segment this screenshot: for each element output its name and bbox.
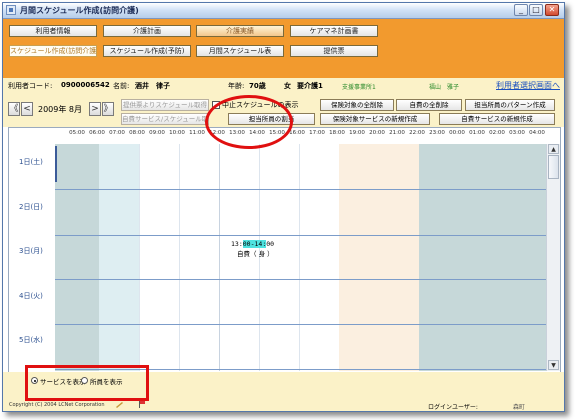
scroll-thumb[interactable]	[548, 155, 559, 179]
night-band-late	[419, 144, 546, 371]
time-label: 02:00	[489, 130, 505, 136]
get-self-service-button[interactable]: 自費サービス/スケジュール取得	[121, 113, 209, 125]
schedule-grid[interactable]: 05:00 06:00 07:00 08:00 09:00 10:00 11:00 12:00…	[8, 127, 561, 373]
evening-band	[339, 144, 419, 371]
day-label: 4日(火)	[19, 292, 43, 300]
user-gender: 女	[284, 82, 291, 90]
new-self-service-button[interactable]: 自費サービスの新規作成	[439, 113, 555, 125]
care-manager-name: 福山 雅子	[429, 84, 460, 91]
delete-insured-button[interactable]: 保険対象の全削除	[320, 99, 394, 111]
schedule-event[interactable]: 13:00-14:00 自費（ 身 ）	[231, 240, 285, 262]
next-month-button[interactable]: >	[89, 102, 101, 116]
scroll-up-icon[interactable]: ▲	[548, 144, 559, 154]
next-year-button[interactable]: 》	[102, 102, 114, 116]
night-band-early	[55, 144, 99, 371]
title-bar: 月間スケジュール作成(訪問介護) _ □ ✕	[3, 3, 564, 19]
time-label: 00:00	[449, 130, 465, 136]
prev-year-button[interactable]: 《	[8, 102, 20, 116]
event-label: 自費（ 身 ）	[237, 250, 274, 258]
time-label: 19:00	[349, 130, 365, 136]
annotation-ellipse	[205, 95, 293, 149]
nav-teikyo-button[interactable]: 提供票	[290, 45, 378, 57]
grid-vline	[299, 144, 300, 371]
prev-month-button[interactable]: <	[21, 102, 33, 116]
time-label: 09:00	[149, 130, 165, 136]
time-label: 22:00	[409, 130, 425, 136]
event-time: 13:00-14:00	[231, 240, 275, 248]
day-separator	[55, 235, 547, 236]
day-separator	[55, 324, 547, 325]
user-name: 酒井 律子	[135, 82, 170, 90]
time-label: 21:00	[389, 130, 405, 136]
nav-caremanager-plan-button[interactable]: ケアマネ計画書	[290, 25, 378, 37]
day-label: 5日(水)	[19, 336, 43, 344]
time-label: 20:00	[369, 130, 385, 136]
current-day-marker	[55, 146, 57, 182]
staff-pattern-button[interactable]: 担当所員のパターン作成	[465, 99, 555, 111]
time-label: 01:00	[469, 130, 485, 136]
window-title: 月間スケジュール作成(訪問介護)	[20, 6, 139, 15]
day-label: 1日(土)	[19, 158, 43, 166]
day-label: 3日(月)	[19, 247, 43, 255]
time-label: 04:00	[529, 130, 545, 136]
name-label: 名前:	[113, 82, 130, 90]
time-label: 17:00	[309, 130, 325, 136]
scroll-down-icon[interactable]: ▼	[548, 360, 559, 370]
time-label: 16:00	[289, 130, 305, 136]
nav-monthly-schedule-button[interactable]: 月間スケジュール表	[196, 45, 284, 57]
time-label: 05:00	[69, 130, 85, 136]
get-from-teikyo-button[interactable]: 提供票よりスケジュール取得	[121, 99, 209, 111]
maximize-icon[interactable]: □	[529, 4, 543, 16]
pencil-icon	[116, 402, 123, 408]
user-info-bar: 利用者コード: 0900006542 名前: 酒井 律子 年齢: 70歳 女 要…	[3, 78, 564, 93]
time-label: 18:00	[329, 130, 345, 136]
user-age: 70歳	[249, 82, 266, 90]
flag-icon	[139, 401, 145, 408]
grid-vline	[139, 144, 140, 371]
nav-schedule-homecare-button[interactable]: スケジュール作成(訪問介護)	[9, 45, 97, 57]
grid-vline	[179, 144, 180, 371]
age-label: 年齢:	[228, 82, 245, 90]
day-separator	[55, 189, 547, 190]
close-icon[interactable]: ✕	[545, 4, 559, 16]
nav-schedule-prevention-button[interactable]: スケジュール作成(予防)	[103, 45, 191, 57]
nav-area: 利用者情報 介護計画 介護実績 ケアマネ計画書 スケジュール作成(訪問介護) ス…	[3, 19, 564, 78]
day-separator	[55, 279, 547, 280]
time-label: 03:00	[509, 130, 525, 136]
user-code: 0900006542	[61, 81, 110, 89]
login-user-name: 森町	[513, 404, 526, 411]
main-window: 月間スケジュール作成(訪問介護) _ □ ✕ 利用者情報 介護計画 介護実績 ケ…	[2, 2, 565, 412]
nav-care-record-button[interactable]: 介護実績	[196, 25, 284, 37]
login-user-label: ログインユーザー:	[428, 404, 478, 411]
user-select-link[interactable]: 利用者選択画面へ	[496, 80, 560, 91]
time-label: 23:00	[429, 130, 445, 136]
time-label: 11:00	[189, 130, 205, 136]
time-label: 10:00	[169, 130, 185, 136]
grid-vline	[219, 144, 220, 371]
day-label: 2日(日)	[19, 203, 43, 211]
year-month-label: 2009年 8月	[38, 105, 82, 114]
time-label: 07:00	[109, 130, 125, 136]
time-label: 06:00	[89, 130, 105, 136]
vertical-scrollbar[interactable]: ▲ ▼	[546, 144, 560, 371]
care-level: 要介護1	[297, 82, 323, 90]
nav-user-info-button[interactable]: 利用者情報	[9, 25, 97, 37]
copyright-text: Copyright (C) 2004 LCNet Corporation	[9, 402, 105, 408]
minimize-icon[interactable]: _	[514, 4, 528, 16]
app-icon	[6, 5, 16, 15]
time-label: 08:00	[129, 130, 145, 136]
office-name: 支援事業所1	[342, 84, 376, 91]
morning-band	[99, 144, 139, 371]
new-insured-service-button[interactable]: 保険対象サービスの新規作成	[320, 113, 430, 125]
annotation-rectangle	[25, 365, 149, 401]
nav-care-plan-button[interactable]: 介護計画	[103, 25, 191, 37]
user-code-label: 利用者コード:	[8, 82, 53, 90]
delete-self-button[interactable]: 自費の全削除	[396, 99, 462, 111]
